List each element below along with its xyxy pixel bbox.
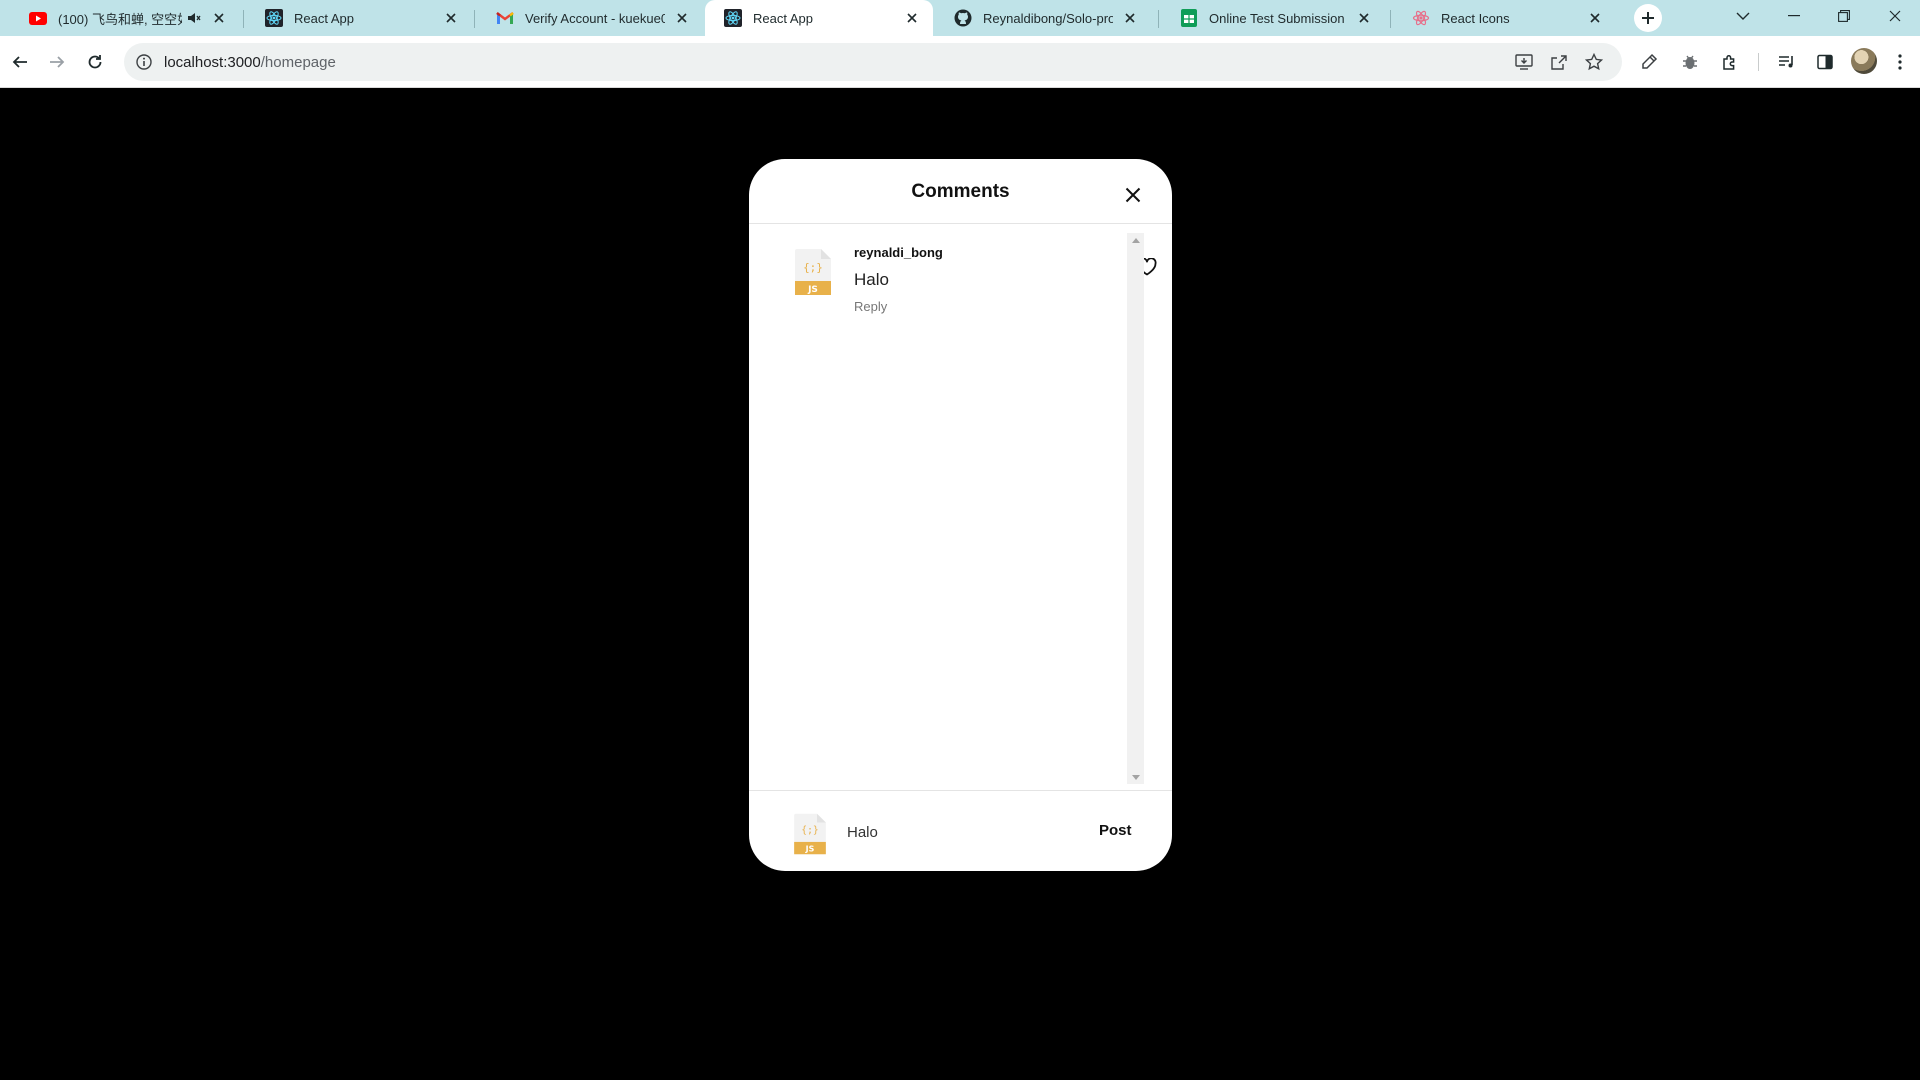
js-file-avatar-icon: {;} JS: [792, 812, 828, 856]
profile-avatar[interactable]: [1851, 48, 1877, 74]
svg-text:{;}: {;}: [801, 825, 818, 836]
tab-close-icon[interactable]: [1355, 9, 1373, 27]
tab-close-icon[interactable]: [1586, 9, 1604, 27]
address-bar[interactable]: localhost:3000/homepage: [124, 43, 1622, 81]
plus-icon: [1642, 12, 1654, 24]
side-panel-button[interactable]: [1809, 46, 1841, 78]
tab-separator: [243, 10, 244, 28]
forward-button[interactable]: [41, 46, 73, 78]
close-modal-button[interactable]: [1119, 181, 1147, 209]
comment-list-scrollbar[interactable]: [1127, 233, 1144, 784]
minimize-button[interactable]: [1771, 0, 1817, 32]
comment-list: {;} JS reynaldi_bong Halo Reply: [749, 225, 1172, 790]
tab-title: Reynaldibong/Solo-project-: [983, 10, 1113, 26]
url-text: localhost:3000/homepage: [164, 54, 336, 71]
eyedropper-extension-button[interactable]: [1633, 46, 1665, 78]
tab-title: React App: [753, 10, 813, 26]
comment-username[interactable]: reynaldi_bong: [854, 245, 943, 260]
reply-link[interactable]: Reply: [854, 299, 887, 314]
share-icon[interactable]: [1549, 52, 1569, 72]
kebab-menu-icon: [1898, 54, 1902, 70]
tab-react-app-1[interactable]: React App: [246, 0, 472, 36]
tab-title: Verify Account - kuekue080: [525, 10, 665, 26]
page-viewport: Comments {;} JS reynaldi_bong Halo Reply…: [0, 88, 1920, 1080]
react-icons-icon: [1412, 9, 1430, 27]
media-control-button[interactable]: [1771, 46, 1803, 78]
close-window-button[interactable]: [1872, 0, 1918, 32]
bookmark-star-icon[interactable]: [1584, 52, 1604, 72]
extensions-button[interactable]: [1714, 46, 1746, 78]
tab-close-icon[interactable]: [673, 9, 691, 27]
tab-separator: [474, 10, 475, 28]
scroll-down-arrow-icon[interactable]: [1127, 770, 1144, 784]
tab-close-icon[interactable]: [1121, 9, 1139, 27]
tab-title: (100) 飞鸟和蝉, 空空如也: [58, 11, 182, 27]
youtube-icon: [29, 9, 47, 27]
tab-close-icon[interactable]: [903, 9, 921, 27]
tab-title: Online Test Submission - Go: [1209, 10, 1347, 26]
google-sheets-icon: [1180, 9, 1198, 27]
bug-icon: [1683, 55, 1697, 69]
restore-button[interactable]: [1821, 0, 1867, 32]
svg-text:{;}: {;}: [803, 261, 823, 274]
reload-button[interactable]: [79, 46, 111, 78]
scroll-up-arrow-icon[interactable]: [1127, 233, 1144, 247]
close-icon: [1889, 10, 1901, 22]
react-icon: [265, 9, 283, 27]
github-icon: [954, 9, 972, 27]
js-badge-label: JS: [807, 285, 818, 295]
modal-header: Comments: [749, 159, 1172, 224]
modal-title: Comments: [911, 181, 1010, 202]
close-icon: [1125, 187, 1141, 203]
tab-close-icon[interactable]: [210, 9, 228, 27]
tab-search-button[interactable]: [1720, 0, 1766, 32]
tab-gmail[interactable]: Verify Account - kuekue080: [477, 0, 703, 36]
url-path: /homepage: [260, 53, 336, 71]
restore-icon: [1838, 10, 1850, 22]
site-info-icon[interactable]: [134, 52, 154, 72]
tab-github[interactable]: Reynaldibong/Solo-project-: [935, 0, 1151, 36]
tab-title: React App: [294, 10, 354, 26]
tab-close-icon[interactable]: [442, 9, 460, 27]
tab-react-app-active[interactable]: React App: [705, 0, 933, 36]
puzzle-icon: [1723, 54, 1735, 70]
arrow-left-icon: [12, 56, 27, 68]
url-host: localhost:3000: [164, 53, 261, 71]
tab-separator: [1390, 10, 1391, 28]
tab-google-sheets[interactable]: Online Test Submission - Go: [1161, 0, 1385, 36]
back-button[interactable]: [4, 46, 36, 78]
arrow-right-icon: [50, 56, 65, 68]
media-queue-icon: [1779, 56, 1793, 68]
eyedropper-icon: [1642, 53, 1658, 69]
tab-youtube[interactable]: (100) 飞鸟和蝉, 空空如也: [10, 0, 240, 36]
comment-composer: {;} JS Post: [749, 790, 1172, 871]
tab-title: React Icons: [1441, 10, 1510, 26]
toolbar-divider: [1758, 53, 1759, 71]
minimize-icon: [1788, 15, 1800, 17]
reload-icon: [88, 55, 102, 69]
gmail-icon: [496, 9, 514, 27]
speaker-muted-icon[interactable]: [186, 10, 202, 26]
js-file-avatar-icon: {;} JS: [793, 247, 833, 297]
tab-separator: [1158, 10, 1159, 28]
comments-modal: Comments {;} JS reynaldi_bong Halo Reply…: [749, 159, 1172, 871]
tab-strip: (100) 飞鸟和蝉, 空空如也 React App Verify Accoun…: [0, 0, 1920, 36]
install-app-icon[interactable]: [1514, 52, 1534, 72]
comment-item: {;} JS reynaldi_bong Halo Reply: [793, 236, 1157, 316]
chevron-down-icon: [1736, 12, 1750, 20]
post-button[interactable]: Post: [1099, 822, 1132, 839]
tab-react-icons[interactable]: React Icons: [1393, 0, 1616, 36]
new-tab-button[interactable]: [1634, 4, 1662, 32]
browser-toolbar: localhost:3000/homepage: [0, 36, 1920, 88]
side-panel-icon: [1817, 54, 1833, 70]
react-icon: [724, 9, 742, 27]
js-badge-label: JS: [805, 845, 815, 854]
comment-text: Halo: [854, 270, 889, 289]
bug-extension-button[interactable]: [1674, 46, 1706, 78]
browser-menu-button[interactable]: [1884, 46, 1916, 78]
comment-input[interactable]: [847, 818, 1067, 846]
